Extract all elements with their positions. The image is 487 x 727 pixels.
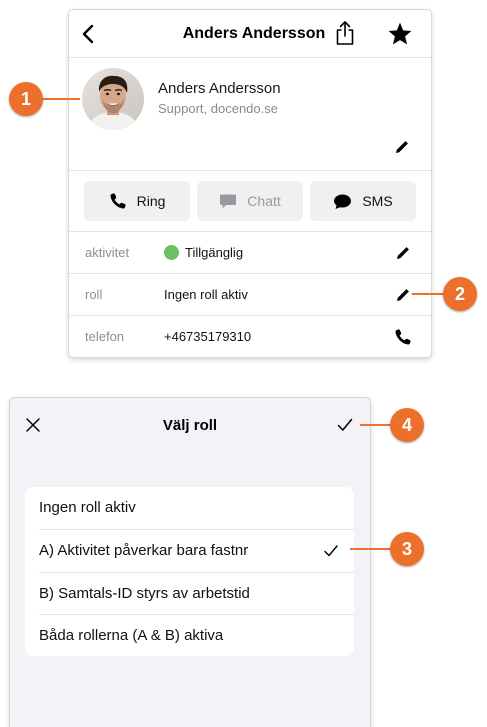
callout-badge-1: 1 bbox=[9, 82, 43, 116]
share-icon[interactable] bbox=[335, 20, 355, 46]
callout-leader-line bbox=[360, 424, 394, 426]
status-available-indicator bbox=[164, 245, 179, 260]
role-options-list: Ingen roll aktiv A) Aktivitet påverkar b… bbox=[25, 487, 354, 656]
role-option-label: Båda rollerna (A & B) aktiva bbox=[39, 627, 224, 644]
activity-row: aktivitet Tillgänglig bbox=[69, 232, 431, 274]
role-option[interactable]: Båda rollerna (A & B) aktiva bbox=[25, 615, 354, 656]
activity-status-text: Tillgänglig bbox=[185, 245, 244, 260]
role-option-label: B) Samtals-ID styrs av arbetstid bbox=[39, 585, 250, 602]
contact-name: Anders Andersson bbox=[158, 80, 281, 97]
chat-button[interactable]: Chatt bbox=[197, 181, 303, 221]
page-title: Anders Andersson bbox=[182, 25, 326, 42]
phone-number: +46735179310 bbox=[164, 329, 252, 344]
role-label: roll bbox=[85, 287, 103, 302]
divider bbox=[69, 170, 431, 171]
role-option[interactable]: Ingen roll aktiv bbox=[25, 487, 354, 529]
speech-bubble-icon bbox=[334, 194, 352, 209]
callout-leader-line bbox=[42, 98, 80, 100]
checkmark-icon[interactable] bbox=[336, 416, 354, 434]
phone-row: telefon +46735179310 bbox=[69, 316, 431, 357]
callout-badge-3: 3 bbox=[390, 532, 424, 566]
activity-value: Tillgänglig bbox=[164, 245, 243, 260]
avatar bbox=[82, 68, 144, 130]
chat-button-label: Chatt bbox=[247, 193, 281, 209]
role-picker-title: Välj roll bbox=[162, 417, 218, 434]
call-button[interactable]: Ring bbox=[84, 181, 190, 221]
favorite-star-icon[interactable] bbox=[387, 21, 413, 47]
activity-label: aktivitet bbox=[85, 245, 130, 260]
contact-card-screen: Anders Andersson Anders Andersson Suppor… bbox=[69, 10, 431, 357]
callout-badge-4: 4 bbox=[390, 408, 424, 442]
call-button-label: Ring bbox=[136, 193, 166, 209]
callout-leader-line bbox=[350, 548, 394, 550]
phone-label: telefon bbox=[85, 329, 125, 344]
chat-bubble-icon bbox=[220, 194, 237, 208]
pencil-icon[interactable] bbox=[393, 138, 411, 156]
contact-subtitle: Support, docendo.se bbox=[158, 101, 278, 116]
callout-leader-line bbox=[412, 293, 446, 295]
selected-checkmark-icon bbox=[324, 545, 338, 557]
role-row: roll Ingen roll aktiv bbox=[69, 274, 431, 316]
pencil-icon[interactable] bbox=[394, 244, 412, 262]
sms-button[interactable]: SMS bbox=[310, 181, 416, 221]
role-option-label: Ingen roll aktiv bbox=[39, 499, 136, 516]
contact-header: Anders Andersson bbox=[69, 10, 431, 58]
phone-icon bbox=[110, 193, 126, 209]
role-value: Ingen roll aktiv bbox=[164, 287, 248, 302]
role-option-label: A) Aktivitet påverkar bara fastnr bbox=[39, 542, 249, 559]
role-option[interactable]: B) Samtals-ID styrs av arbetstid bbox=[25, 573, 354, 615]
divider bbox=[69, 57, 431, 58]
callout-badge-2: 2 bbox=[443, 277, 477, 311]
phone-icon[interactable] bbox=[394, 328, 412, 346]
sms-button-label: SMS bbox=[362, 193, 393, 209]
role-picker-screen: Välj roll Ingen roll aktiv A) Aktivitet … bbox=[10, 398, 370, 727]
pencil-icon[interactable] bbox=[394, 286, 412, 304]
role-option-selected[interactable]: A) Aktivitet påverkar bara fastnr bbox=[25, 530, 354, 572]
